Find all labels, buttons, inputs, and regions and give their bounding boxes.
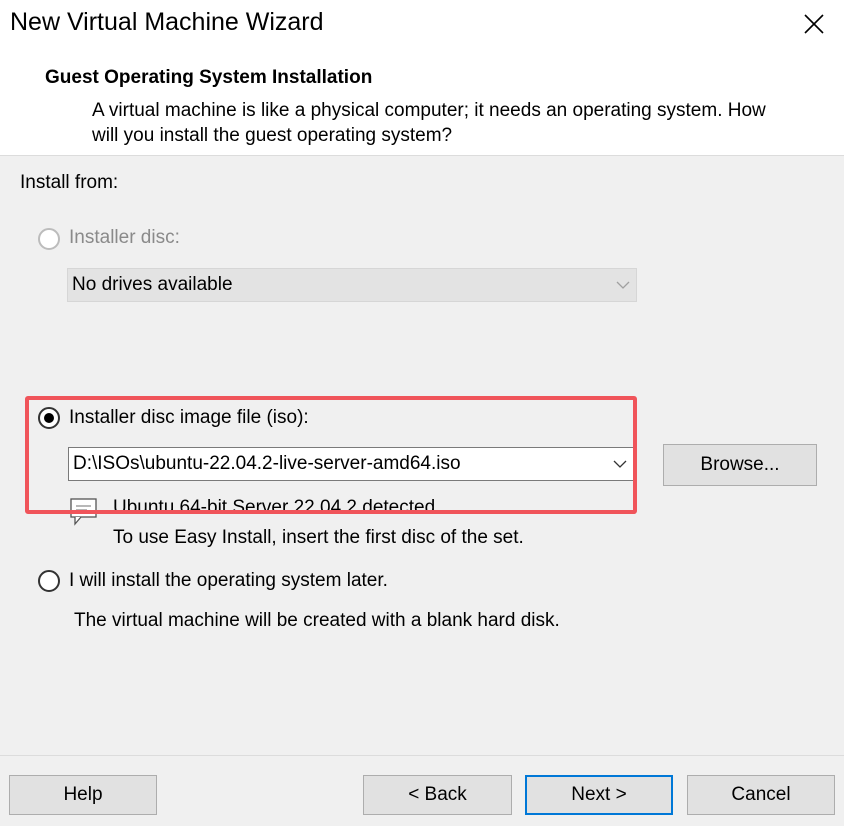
page-description: A virtual machine is like a physical com…: [92, 100, 766, 146]
chevron-down-icon: [613, 460, 627, 468]
iso-path-combobox[interactable]: D:\ISOs\ubuntu-22.04.2-live-server-amd64…: [68, 447, 634, 481]
browse-button[interactable]: Browse...: [663, 444, 817, 486]
detected-os-text: Ubuntu 64-bit Server 22.04.2 detected.: [113, 497, 441, 518]
iso-path-value: D:\ISOs\ubuntu-22.04.2-live-server-amd64…: [73, 453, 461, 474]
install-from-label: Install from:: [20, 172, 119, 193]
installer-disc-label: Installer disc:: [69, 227, 180, 248]
iso-file-radio[interactable]: [38, 407, 60, 429]
close-button[interactable]: [784, 0, 844, 48]
back-button[interactable]: < Back: [363, 775, 512, 815]
radio-selected-dot: [44, 413, 54, 423]
cancel-button[interactable]: Cancel: [687, 775, 835, 815]
help-button[interactable]: Help: [9, 775, 157, 815]
installer-disc-dropdown[interactable]: No drives available: [67, 268, 637, 302]
iso-file-label: Installer disc image file (iso):: [69, 407, 309, 428]
installer-disc-radio[interactable]: [38, 228, 60, 250]
install-later-label: I will install the operating system late…: [69, 570, 388, 591]
installer-disc-dropdown-value: No drives available: [72, 274, 233, 295]
footer-divider: [0, 755, 844, 756]
next-button[interactable]: Next >: [525, 775, 673, 815]
window-title: New Virtual Machine Wizard: [10, 8, 324, 36]
easy-install-hint: To use Easy Install, insert the first di…: [113, 527, 524, 548]
title-bar: New Virtual Machine Wizard: [0, 0, 844, 52]
chevron-down-icon: [616, 281, 630, 289]
install-later-radio[interactable]: [38, 570, 60, 592]
install-later-description: The virtual machine will be created with…: [74, 610, 560, 631]
page-title: Guest Operating System Installation: [45, 67, 373, 88]
message-icon: [70, 498, 97, 526]
close-icon: [804, 14, 824, 34]
wizard-header: Guest Operating System Installation A vi…: [0, 52, 844, 156]
